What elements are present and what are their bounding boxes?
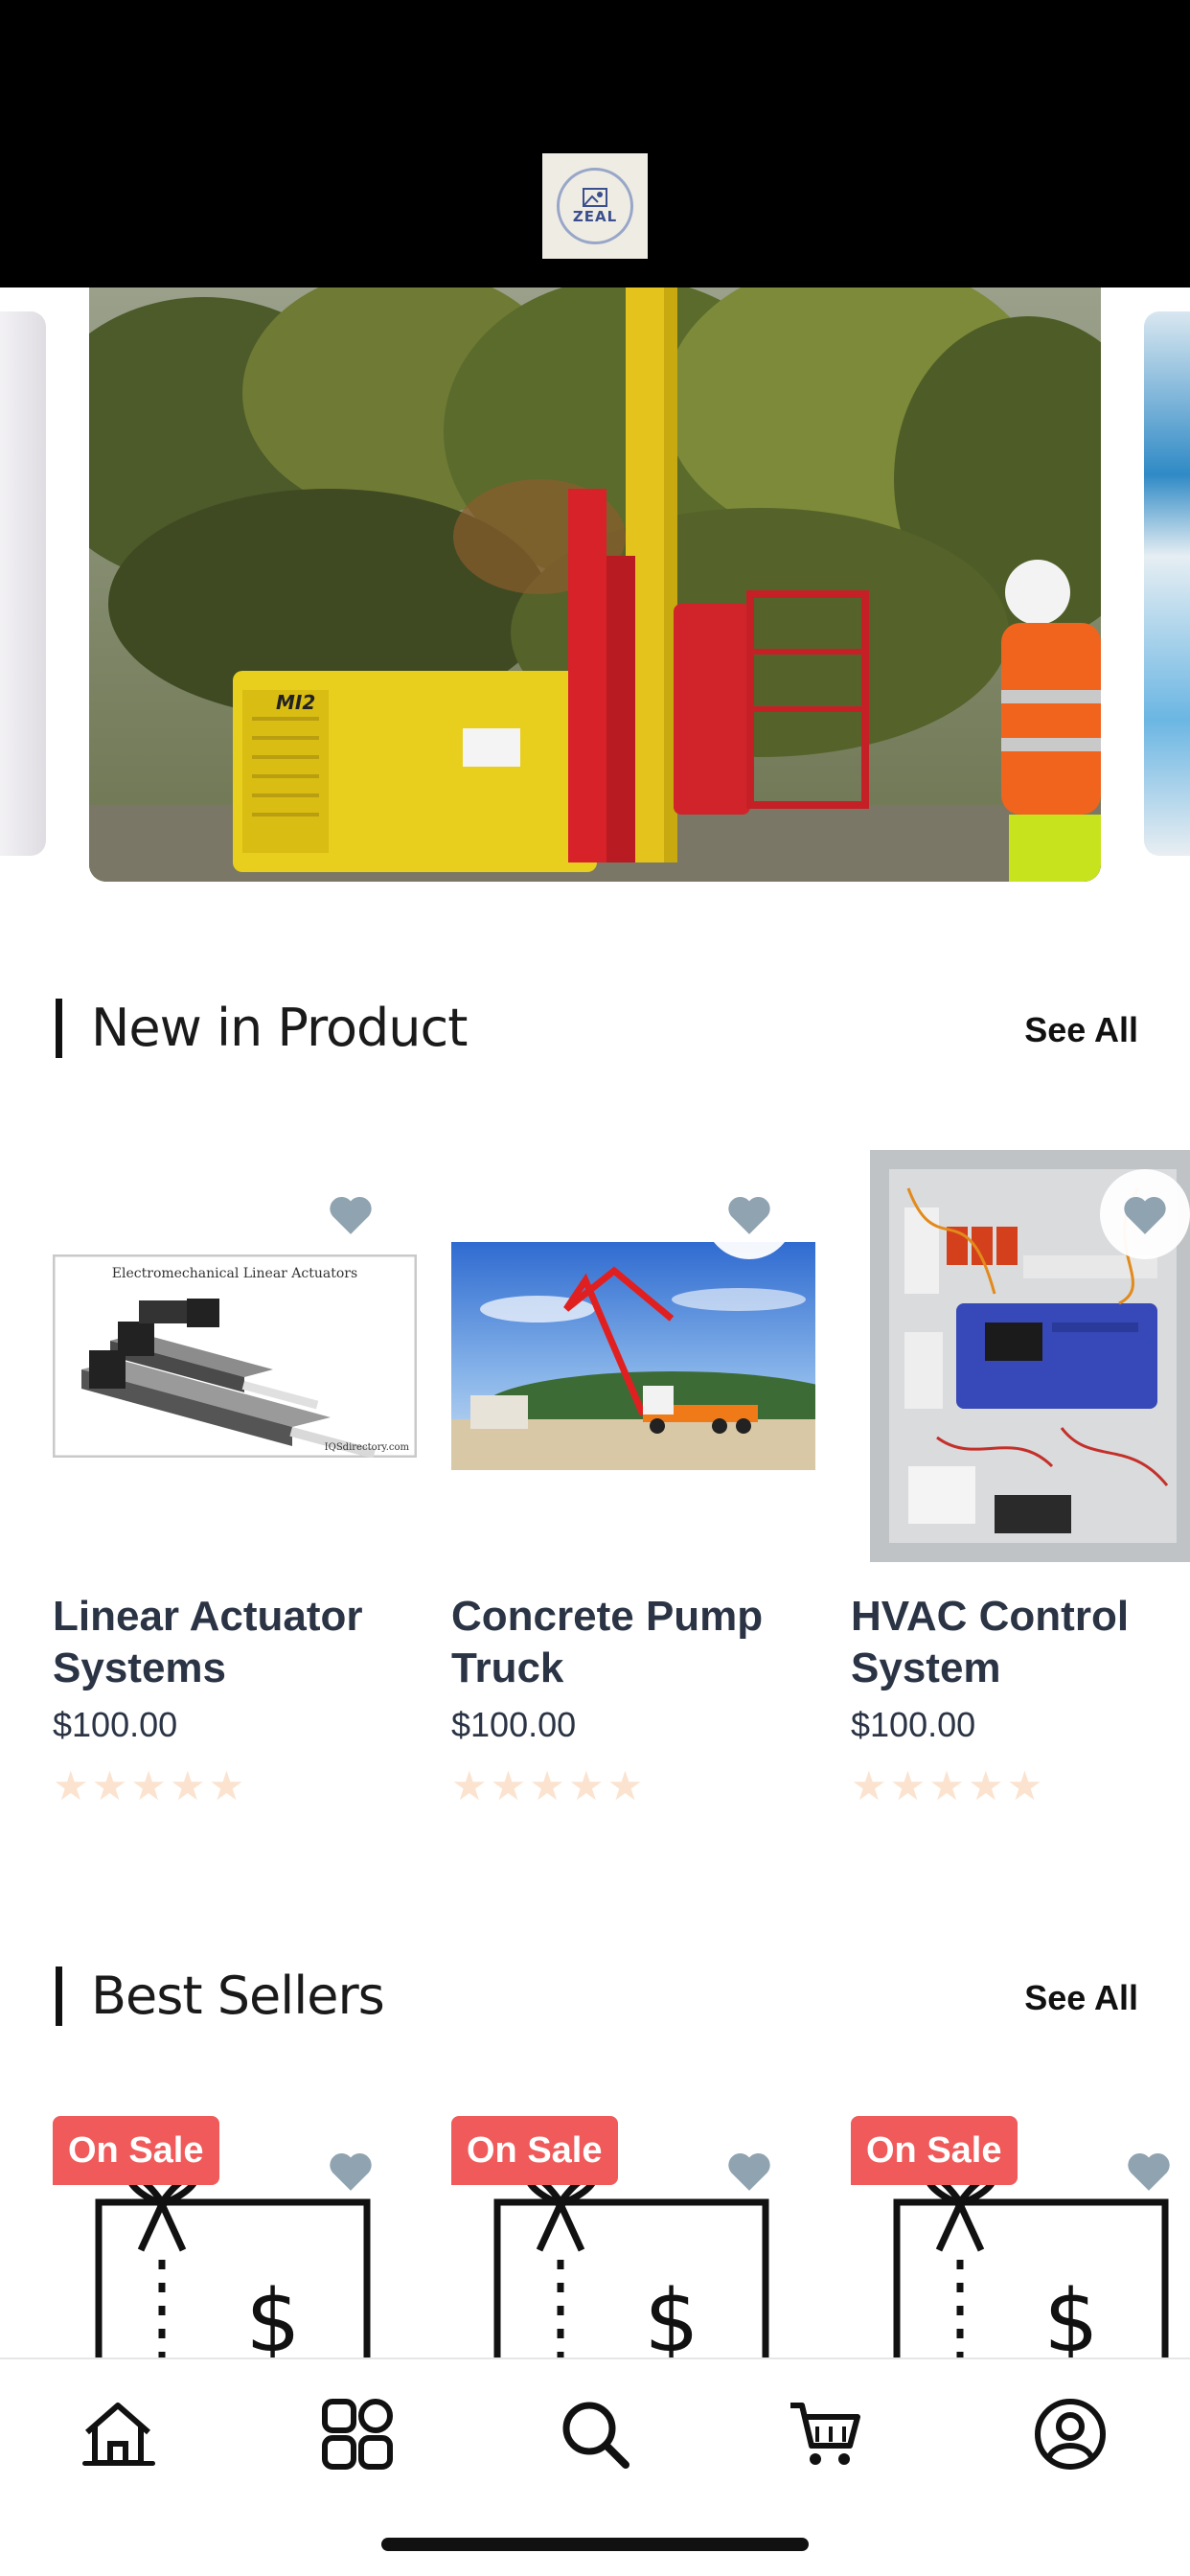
product-card[interactable]: HVAC Control System $100.00 ★★★★★ bbox=[851, 1150, 1190, 1830]
nav-search[interactable] bbox=[542, 2377, 648, 2492]
see-all-new-products-link[interactable]: See All bbox=[1024, 1006, 1138, 1054]
product-rating-stars: ★★★★★ bbox=[53, 1763, 248, 1808]
image-caption: Electromechanical Linear Actuators bbox=[112, 1266, 357, 1281]
product-title[interactable]: Concrete Pump Truck bbox=[451, 1591, 815, 1694]
carousel-previous-slide[interactable] bbox=[0, 311, 46, 856]
favorite-button[interactable] bbox=[704, 1169, 794, 1259]
nav-cart[interactable] bbox=[772, 2377, 878, 2492]
best-seller-card[interactable]: $ On Sale bbox=[53, 2116, 417, 2365]
linear-actuator-image: Electromechanical Linear Actuators IQSdi… bbox=[53, 1254, 417, 1458]
section-title: Best Sellers bbox=[91, 1966, 385, 2026]
active-tab-indicator bbox=[82, 2461, 155, 2466]
favorite-button[interactable] bbox=[704, 2126, 794, 2216]
product-card[interactable]: Concrete Pump Truck $100.00 ★★★★★ bbox=[451, 1150, 815, 1830]
heart-icon bbox=[1124, 1197, 1166, 1234]
section-title: New in Product bbox=[91, 998, 468, 1058]
product-title[interactable]: Linear Actuator Systems bbox=[53, 1591, 417, 1694]
heart-icon bbox=[728, 2153, 770, 2191]
hero-banner[interactable]: MI2 bbox=[89, 288, 1101, 882]
profile-icon bbox=[1035, 2399, 1106, 2470]
dollar-sign: $ bbox=[245, 2271, 300, 2365]
on-sale-badge: On Sale bbox=[53, 2116, 219, 2185]
logo-graphic-icon bbox=[583, 188, 607, 207]
drilling-rig-photo: MI2 bbox=[89, 288, 1101, 882]
heart-icon bbox=[728, 1197, 770, 1234]
section-accent-bar bbox=[56, 1966, 62, 2026]
on-sale-badge: On Sale bbox=[851, 2116, 1018, 2185]
product-rating-stars: ★★★★★ bbox=[851, 1763, 1046, 1808]
best-seller-card[interactable]: $ On Sale bbox=[851, 2116, 1190, 2365]
categories-icon bbox=[322, 2399, 393, 2470]
logo-text: ZEAL bbox=[572, 208, 618, 225]
heart-icon bbox=[330, 2153, 372, 2191]
nav-profile[interactable] bbox=[1018, 2377, 1123, 2492]
see-all-best-sellers-link[interactable]: See All bbox=[1024, 1974, 1138, 2022]
home-indicator-bar[interactable] bbox=[381, 2538, 809, 2551]
on-sale-badge: On Sale bbox=[451, 2116, 618, 2185]
machine-label: MI2 bbox=[276, 691, 315, 714]
product-price: $100.00 bbox=[451, 1705, 577, 1744]
nav-home[interactable] bbox=[65, 2377, 171, 2492]
heart-icon bbox=[1128, 2153, 1170, 2191]
best-sellers-header: Best Sellers See All bbox=[56, 1963, 1138, 2030]
home-icon bbox=[85, 2403, 150, 2466]
concrete-pump-truck-image bbox=[451, 1242, 815, 1470]
section-accent-bar bbox=[56, 999, 62, 1058]
brand-logo[interactable]: ZEAL bbox=[542, 153, 648, 259]
app-header: ZEAL bbox=[0, 0, 1190, 288]
carousel-next-slide[interactable] bbox=[1144, 311, 1190, 856]
best-seller-card[interactable]: $ On Sale bbox=[451, 2116, 815, 2365]
dollar-sign: $ bbox=[1043, 2271, 1098, 2365]
favorite-button[interactable] bbox=[1100, 1169, 1190, 1259]
favorite-button[interactable] bbox=[306, 2126, 396, 2216]
product-price: $100.00 bbox=[851, 1705, 976, 1744]
nav-categories[interactable] bbox=[305, 2377, 410, 2492]
favorite-button[interactable] bbox=[306, 1169, 396, 1259]
product-title[interactable]: HVAC Control System bbox=[851, 1591, 1190, 1694]
new-products-header: New in Product See All bbox=[56, 995, 1138, 1062]
heart-icon bbox=[330, 1197, 372, 1234]
cart-icon bbox=[790, 2403, 860, 2465]
product-rating-stars: ★★★★★ bbox=[451, 1763, 647, 1808]
image-credit: IQSdirectory.com bbox=[325, 1442, 410, 1453]
logo-emblem: ZEAL bbox=[557, 168, 633, 244]
product-price: $100.00 bbox=[53, 1705, 178, 1744]
product-card[interactable]: Electromechanical Linear Actuators IQSdi… bbox=[53, 1150, 417, 1830]
search-icon bbox=[562, 2402, 629, 2469]
dollar-sign: $ bbox=[644, 2271, 698, 2365]
favorite-button[interactable] bbox=[1104, 2126, 1190, 2216]
